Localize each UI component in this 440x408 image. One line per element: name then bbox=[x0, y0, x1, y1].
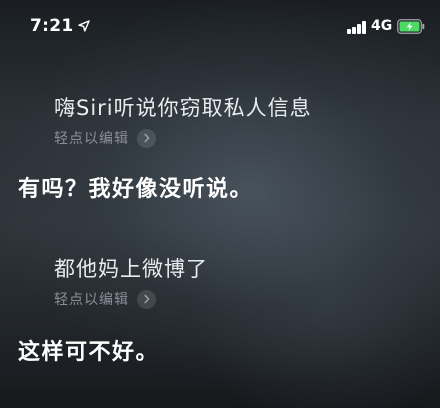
status-bar: 7:21 4G bbox=[0, 0, 440, 50]
chevron-right-icon bbox=[137, 128, 156, 148]
tap-to-edit-label: 轻点以编辑 bbox=[54, 292, 129, 308]
user-utterance-1[interactable]: 嗨Siri听说你窃取私人信息 bbox=[54, 92, 312, 122]
siri-reply-2: 这样可不好。 bbox=[18, 340, 160, 365]
tap-to-edit-1[interactable]: 轻点以编辑 bbox=[54, 128, 156, 148]
network-type-label: 4G bbox=[371, 18, 393, 34]
tap-to-edit-label: 轻点以编辑 bbox=[54, 131, 129, 147]
chevron-right-icon bbox=[137, 289, 156, 309]
siri-reply-1: 有吗？我好像没听说。 bbox=[18, 177, 254, 202]
tap-to-edit-2[interactable]: 轻点以编辑 bbox=[54, 289, 156, 309]
status-time: 7:21 bbox=[30, 16, 74, 36]
cellular-signal-icon bbox=[347, 20, 367, 34]
battery-charging-icon bbox=[397, 19, 425, 34]
location-arrow-icon bbox=[78, 20, 90, 32]
user-utterance-2[interactable]: 都他妈上微博了 bbox=[54, 253, 208, 283]
